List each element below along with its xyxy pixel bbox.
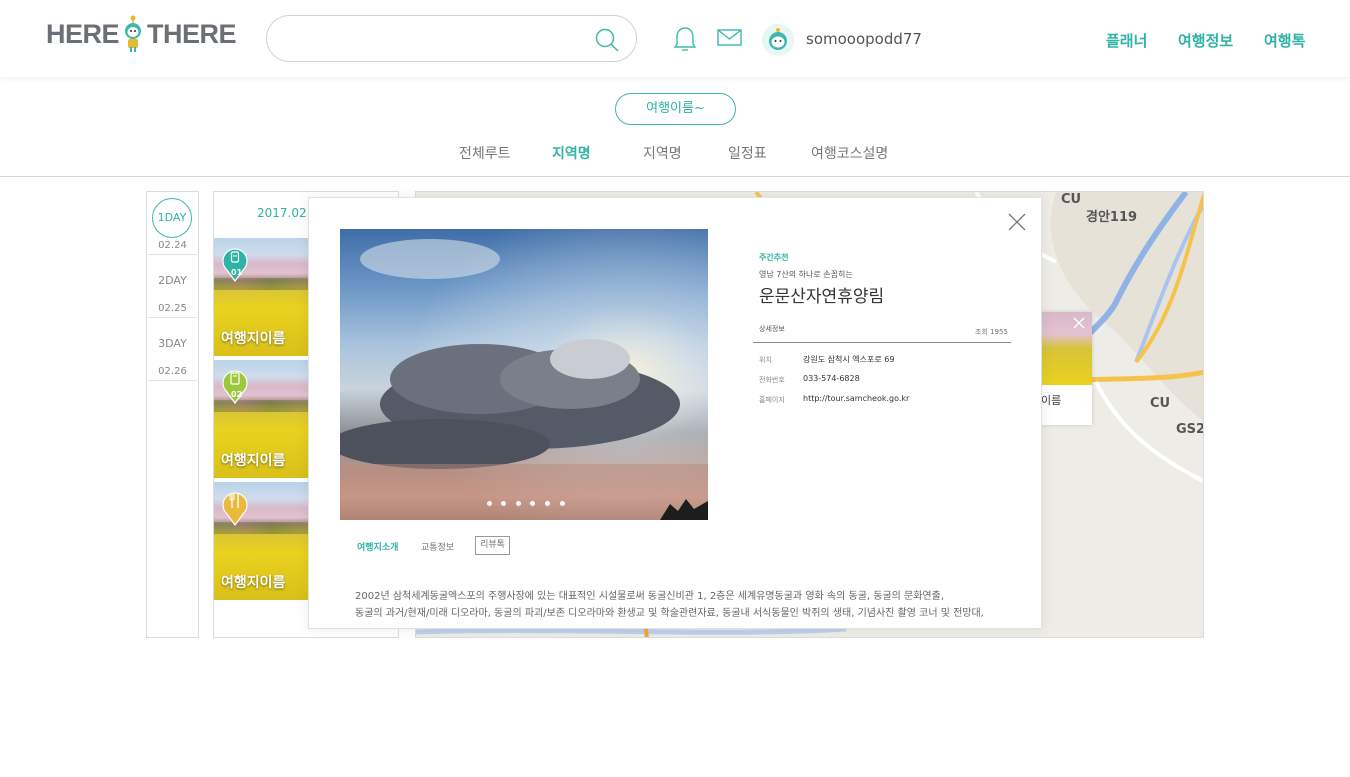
slide-dot[interactable] (501, 501, 506, 506)
weekly-recommend-tag: 주간추천 (759, 253, 789, 262)
detail-info-label: 상세정보 (759, 325, 785, 333)
top-header: HERE THERE somooopodd77 플래너 여행정보 여행톡 (0, 0, 1350, 77)
day-divider (148, 317, 197, 318)
username[interactable]: somooopodd77 (806, 30, 922, 48)
search-icon[interactable] (594, 27, 620, 53)
tab-review-talk[interactable]: 리뷰톡 (475, 536, 510, 555)
map-label-gs25: GS2 (1176, 422, 1204, 437)
pin-number: 02 (231, 390, 243, 399)
phone-label: 전화번호 (759, 376, 785, 384)
nav-travel-talk[interactable]: 여행톡 (1264, 30, 1305, 51)
slide-dot[interactable] (560, 501, 565, 506)
spot-name: 여행지이름 (221, 453, 286, 469)
spot-card-3[interactable]: 여행지이름 (214, 482, 309, 600)
spot-card-2[interactable]: 02 여행지이름 (214, 360, 309, 478)
tab-transport-info[interactable]: 교통정보 (421, 540, 454, 553)
here-there-logo[interactable]: HERE THERE (46, 14, 237, 54)
description-line: 동굴의 과거/현재/미래 디오라마, 동굴의 파괴/보존 디오라마와 환생교 및… (355, 608, 984, 619)
tab-region-active[interactable]: 지역명 (552, 143, 591, 163)
description-line: 2002년 삼척세계동굴엑스포의 주행사장에 있는 대표적인 시설물로써 동굴신… (355, 591, 945, 602)
day-1-button[interactable]: 1DAY (152, 198, 192, 238)
location-label: 위치 (759, 356, 772, 364)
homepage-label: 홈페이지 (759, 396, 785, 404)
phone-value: 033-574-6828 (803, 374, 860, 383)
slide-dot[interactable] (545, 501, 550, 506)
map-label-cu: CU (1061, 192, 1082, 207)
view-count: 조회 1955 (975, 328, 1008, 336)
mascot-logo-icon (125, 15, 142, 52)
day-3-button[interactable]: 3DAY (146, 337, 199, 350)
day-divider (148, 254, 197, 255)
map-spot-card[interactable]: 이름 (1041, 312, 1092, 425)
slide-dot[interactable] (530, 501, 535, 506)
detail-divider (753, 342, 1011, 343)
slide-dot[interactable] (516, 501, 521, 506)
day-2-date: 02.25 (158, 303, 187, 314)
logo-text-here: HERE (46, 18, 120, 49)
map-label-cu-2: CU (1150, 396, 1171, 411)
tab-spot-intro[interactable]: 여행지소개 (357, 540, 398, 553)
day-3-date: 02.26 (158, 366, 187, 377)
trip-name-button[interactable]: 여행이름~ (615, 93, 736, 125)
spot-photo-slider[interactable] (340, 229, 708, 520)
search-input[interactable] (287, 28, 587, 50)
tab-region[interactable]: 지역명 (643, 143, 682, 163)
spot-card-1[interactable]: 01 여행지이름 (214, 238, 309, 356)
spot-name: 여행지이름 (221, 331, 286, 347)
day-list: 1DAY 02.24 2DAY 02.25 3DAY 02.26 (146, 191, 199, 638)
user-avatar[interactable] (762, 24, 794, 56)
close-icon[interactable] (1007, 212, 1027, 232)
sky-photo (340, 229, 708, 520)
spot-description: 2002년 삼척세계동굴엑스포의 주행사장에 있는 대표적인 시설물로써 동굴신… (355, 588, 1015, 622)
map-label-fire-station: 경안119 (1086, 210, 1138, 225)
day-1-date: 02.24 (158, 240, 187, 251)
day-divider (148, 380, 197, 381)
logo-text-there: THERE (147, 18, 237, 49)
tabs-divider (0, 176, 1350, 177)
close-icon[interactable] (1073, 317, 1085, 329)
mail-icon[interactable] (717, 28, 742, 48)
day-2-button[interactable]: 2DAY (146, 274, 199, 287)
spot-detail-popup: 여행지소개 교통정보 리뷰톡 2002년 삼척세계동굴엑스포의 주행사장에 있는… (308, 197, 1042, 629)
pin-number: 01 (231, 268, 243, 277)
nav-travel-info[interactable]: 여행정보 (1178, 30, 1233, 51)
map-card-name: 이름 (1041, 394, 1062, 407)
search-box (266, 15, 637, 62)
spot-name: 여행지이름 (221, 575, 286, 591)
spot-subtitle: 영남 7산의 하나로 손꼽히는 (759, 270, 853, 279)
spot-title: 운문산자연휴양림 (759, 287, 885, 307)
restaurant-pin-icon (222, 492, 248, 526)
location-value: 강원도 삼척시 엑스포로 69 (803, 355, 895, 364)
nav-planner[interactable]: 플래너 (1106, 30, 1147, 51)
tab-all-route[interactable]: 전체루트 (459, 143, 511, 163)
bell-icon[interactable] (673, 25, 697, 53)
tab-schedule[interactable]: 일정표 (728, 143, 767, 163)
tab-course-description[interactable]: 여행코스설명 (811, 143, 888, 163)
homepage-link[interactable]: http://tour.samcheok.go.kr (803, 394, 909, 403)
slide-dot[interactable] (487, 501, 492, 506)
